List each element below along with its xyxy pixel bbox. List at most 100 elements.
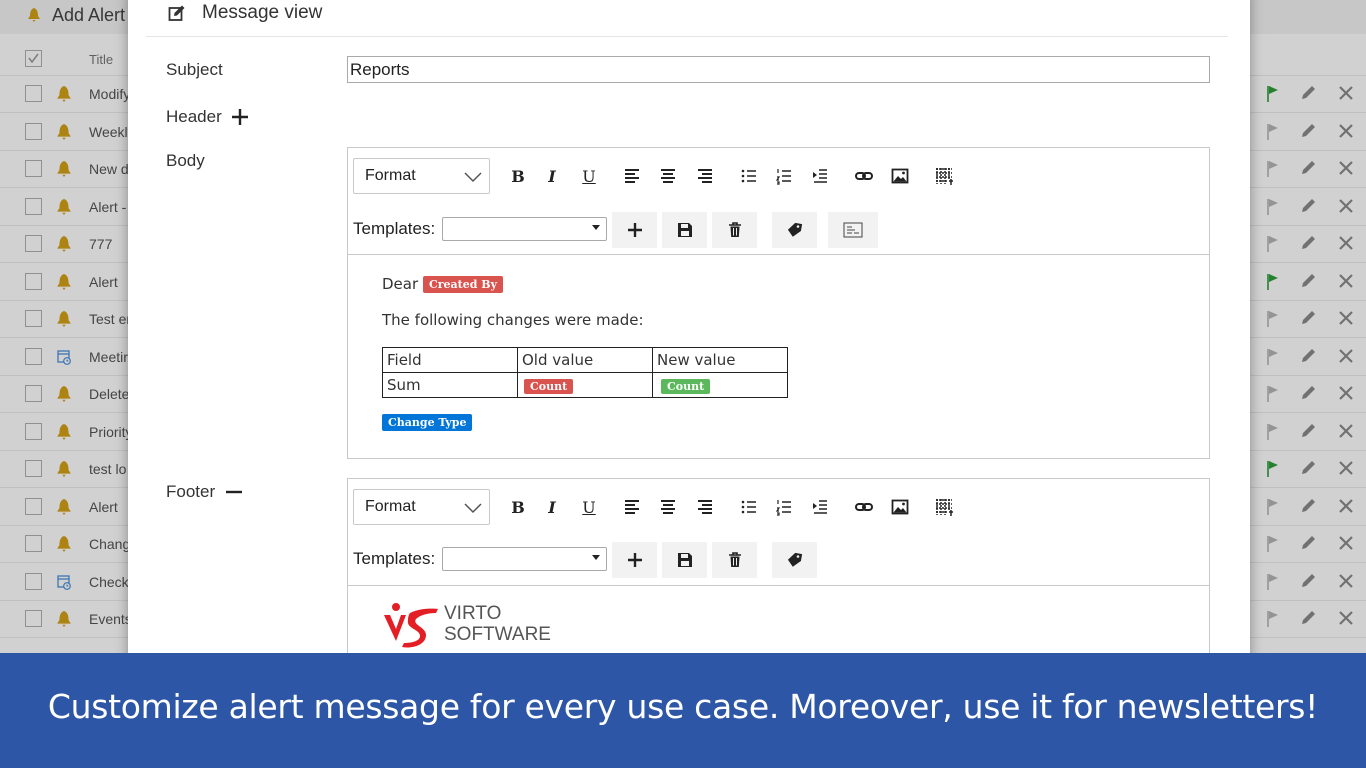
source-view-button[interactable]	[828, 212, 878, 248]
numbered-list-button[interactable]	[773, 165, 795, 187]
align-right-icon	[698, 169, 712, 183]
bullet-list-icon	[741, 500, 756, 514]
tag-icon	[787, 552, 802, 567]
subject-input[interactable]	[347, 56, 1210, 83]
bullet-list-button[interactable]	[738, 496, 760, 518]
align-left-button[interactable]	[621, 165, 643, 187]
insert-table-button[interactable]	[933, 496, 955, 518]
caret-down-icon	[592, 555, 600, 560]
image-icon	[891, 499, 909, 515]
table-cell-old: Count	[517, 372, 653, 398]
align-left-button[interactable]	[621, 496, 643, 518]
table-header-cell: New value	[652, 347, 788, 373]
indent-icon	[813, 169, 827, 183]
footer-label: Footer	[166, 482, 216, 501]
align-right-icon	[698, 500, 712, 514]
created-by-field-tag[interactable]: Created By	[423, 276, 503, 293]
save-template-button[interactable]	[662, 542, 707, 578]
align-left-icon	[625, 500, 639, 514]
format-dropdown-label: Format	[365, 498, 416, 515]
link-icon	[855, 503, 873, 511]
templates-toolbar: Templates:	[348, 534, 1209, 586]
templates-dropdown[interactable]	[442, 217, 607, 241]
save-template-button[interactable]	[662, 212, 707, 248]
insert-field-button[interactable]	[772, 212, 817, 248]
table-cell-field: Sum	[382, 372, 518, 398]
numbered-list-button[interactable]	[773, 496, 795, 518]
table-header-cell: Old value	[517, 347, 653, 373]
align-center-button[interactable]	[657, 496, 679, 518]
trash-icon	[728, 552, 741, 567]
virto-logo-icon	[384, 603, 438, 648]
bold-button[interactable]: B	[507, 496, 529, 518]
greeting-text: Dear	[382, 275, 419, 293]
format-dropdown[interactable]: Format	[353, 158, 490, 194]
align-right-button[interactable]	[694, 165, 716, 187]
templates-toolbar: Templates:	[348, 203, 1209, 255]
templates-label: Templates:	[353, 549, 436, 568]
image-icon	[891, 168, 909, 184]
underline-button[interactable]: U	[578, 496, 600, 518]
add-template-button[interactable]	[612, 542, 657, 578]
message-view-dialog: Message view Subject Header Body Format …	[128, 0, 1250, 678]
italic-button[interactable]: I	[541, 165, 563, 187]
underline-button[interactable]: U	[578, 165, 600, 187]
table-header-row: Field Old value New value	[382, 347, 788, 373]
footer-editor: Format B I U Templates: VIRTO SOFTWARE	[347, 478, 1210, 678]
insert-image-button[interactable]	[889, 496, 911, 518]
delete-template-button[interactable]	[712, 542, 757, 578]
plus-icon	[627, 553, 642, 567]
change-type-field-tag[interactable]: Change Type	[382, 414, 473, 431]
align-left-icon	[625, 169, 639, 183]
insert-link-button[interactable]	[853, 165, 875, 187]
table-cell-new: Count	[652, 372, 788, 398]
insert-table-button[interactable]	[933, 165, 955, 187]
new-value-field-tag[interactable]: Count	[661, 379, 711, 394]
edit-icon	[168, 5, 185, 21]
promo-banner: Customize alert message for every use ca…	[0, 653, 1366, 768]
insert-field-button[interactable]	[772, 542, 817, 578]
collapse-footer-icon[interactable]	[226, 484, 242, 500]
trash-icon	[728, 222, 741, 237]
format-dropdown[interactable]: Format	[353, 489, 490, 525]
changes-table: Field Old value New value Sum Count Coun…	[382, 347, 788, 398]
align-right-button[interactable]	[694, 496, 716, 518]
tag-icon	[787, 222, 802, 237]
table-icon	[936, 168, 953, 185]
add-template-button[interactable]	[612, 212, 657, 248]
table-row: Sum Count Count	[382, 372, 788, 398]
indent-button[interactable]	[809, 165, 831, 187]
italic-button[interactable]: I	[541, 496, 563, 518]
chevron-down-icon	[464, 172, 482, 183]
dialog-header: Message view	[146, 0, 1228, 37]
plus-icon	[627, 223, 642, 237]
add-header-icon[interactable]	[232, 109, 248, 125]
logo-line-2: SOFTWARE	[444, 624, 551, 645]
indent-button[interactable]	[809, 496, 831, 518]
align-center-icon	[661, 169, 675, 183]
templates-dropdown[interactable]	[442, 547, 607, 571]
changes-text: The following changes were made:	[382, 311, 644, 329]
indent-icon	[813, 500, 827, 514]
chevron-down-icon	[464, 503, 482, 514]
bullet-list-button[interactable]	[738, 165, 760, 187]
insert-link-button[interactable]	[853, 496, 875, 518]
old-value-field-tag[interactable]: Count	[524, 379, 574, 394]
bullet-list-icon	[741, 169, 756, 183]
caret-down-icon	[592, 225, 600, 230]
source-code-icon	[843, 222, 863, 238]
insert-image-button[interactable]	[889, 165, 911, 187]
dialog-title: Message view	[202, 2, 323, 23]
align-center-button[interactable]	[657, 165, 679, 187]
table-icon	[936, 499, 953, 516]
bold-button[interactable]: B	[507, 165, 529, 187]
editor-toolbar: Format B I U	[348, 148, 1209, 203]
banner-text: Customize alert message for every use ca…	[47, 687, 1319, 726]
numbered-list-icon	[775, 169, 791, 185]
logo-line-1: VIRTO	[444, 603, 502, 624]
format-dropdown-label: Format	[365, 167, 416, 184]
subject-label: Subject	[166, 60, 223, 79]
templates-label: Templates:	[353, 219, 436, 238]
delete-template-button[interactable]	[712, 212, 757, 248]
save-icon	[677, 223, 692, 237]
